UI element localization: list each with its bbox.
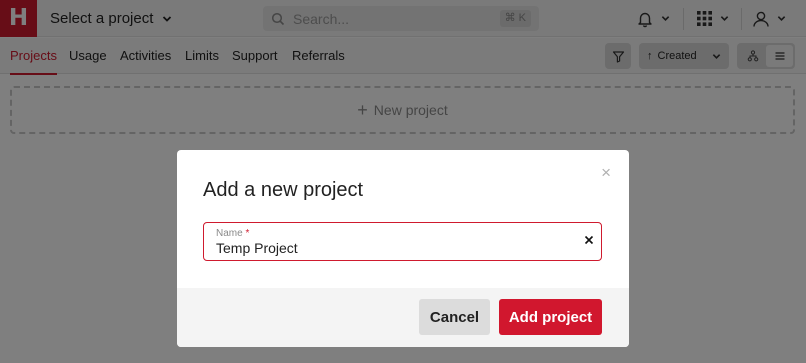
dialog-title: Add a new project	[203, 179, 364, 201]
add-project-dialog: Add a new project × Name * Cancel Add pr…	[177, 150, 629, 347]
dialog-footer: Cancel Add project	[177, 288, 629, 347]
add-project-button[interactable]: Add project	[499, 299, 602, 335]
required-mark: *	[245, 228, 250, 239]
cancel-button[interactable]: Cancel	[419, 299, 490, 335]
field-label-text: Name	[216, 228, 243, 239]
clear-icon[interactable]	[582, 233, 596, 247]
close-icon[interactable]: ×	[601, 164, 611, 181]
project-name-label: Name *	[216, 228, 249, 239]
project-name-field[interactable]: Name *	[203, 222, 602, 261]
project-name-input[interactable]	[216, 240, 566, 256]
